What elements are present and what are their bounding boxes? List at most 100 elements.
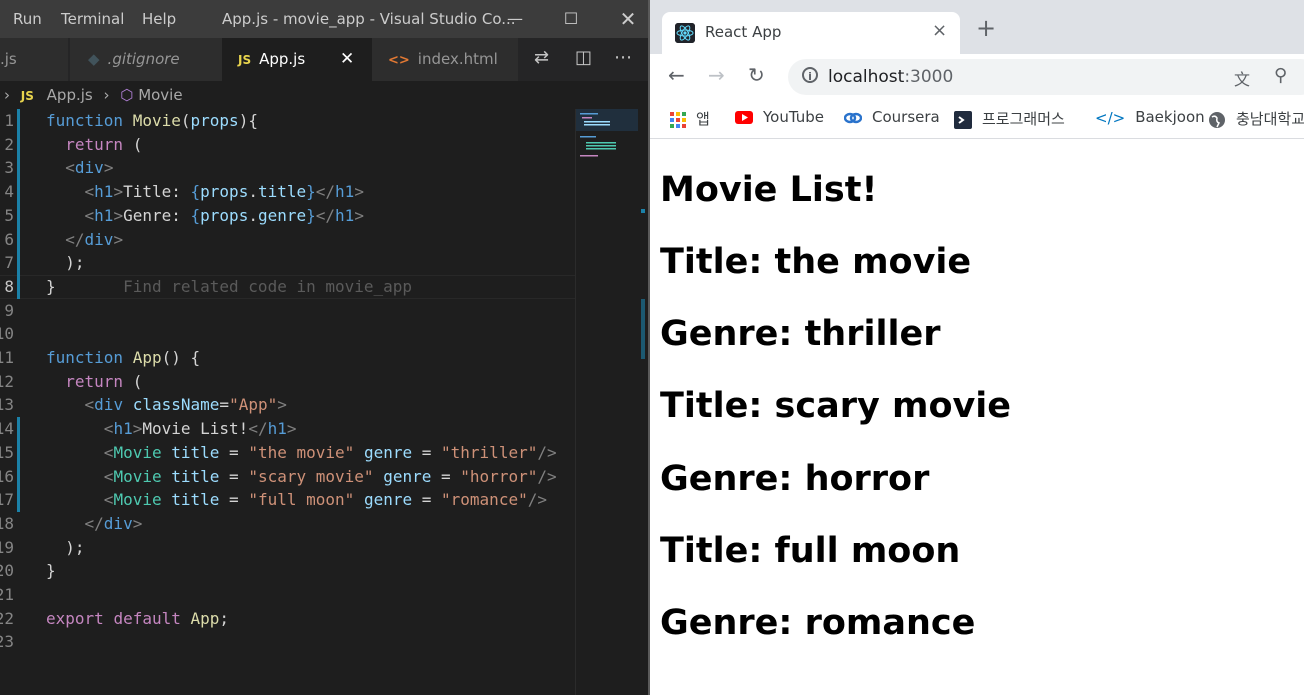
code-text: function App() { xyxy=(46,348,201,367)
code-line[interactable]: 6 </div> xyxy=(0,227,575,252)
bookmark-cnu[interactable]: 충남대학교 xyxy=(1208,108,1304,129)
translate-icon[interactable]: 文 xyxy=(1234,66,1250,90)
code-text: <div className="App"> xyxy=(84,395,287,415)
code-brackets-icon: </> xyxy=(1095,108,1126,127)
apps-grid-icon xyxy=(670,111,686,128)
code-line[interactable]: 23 xyxy=(0,630,575,654)
movie-title-heading: Title: full moon xyxy=(660,531,961,571)
tab-js[interactable]: .js xyxy=(0,38,68,81)
code-line[interactable]: 17 <Movie title = "full moon" genre = "r… xyxy=(0,488,575,513)
menu-terminal[interactable]: Terminal xyxy=(61,10,124,28)
code-line[interactable]: 21 xyxy=(0,583,575,607)
line-number: 5 xyxy=(4,205,14,225)
code-line[interactable]: 5 <h1>Genre: {props.genre}</h1> xyxy=(0,203,575,228)
line-number: 16 xyxy=(0,466,14,486)
line-number: 10 xyxy=(0,324,14,344)
compare-changes-icon[interactable]: ⇄ xyxy=(534,47,549,68)
git-change-marker xyxy=(17,251,20,276)
code-line[interactable]: 4 <h1>Title: {props.title}</h1> xyxy=(0,180,575,205)
page-viewport: Movie List! Title: the movie Genre: thri… xyxy=(650,139,1304,695)
code-line[interactable]: 18 </div> xyxy=(0,512,575,536)
new-tab-button[interactable]: + xyxy=(976,14,996,42)
close-icon[interactable]: ✕ xyxy=(613,4,643,34)
bookmark-baekjoon[interactable]: </> Baekjoon xyxy=(1095,108,1205,127)
window-title: App.js - movie_app - Visual Studio Co... xyxy=(222,10,516,28)
code-line[interactable]: 20} xyxy=(0,559,575,583)
menu-run[interactable]: Run xyxy=(13,10,42,28)
git-change-marker xyxy=(17,227,20,252)
bookmark-youtube[interactable]: YouTube xyxy=(735,108,824,126)
back-arrow-icon[interactable]: ← xyxy=(668,63,685,87)
code-line[interactable]: 15 <Movie title = "the movie" genre = "t… xyxy=(0,440,575,465)
browser-tab[interactable]: React App × xyxy=(662,12,960,54)
code-line[interactable]: 7 ); xyxy=(0,251,575,276)
programmers-icon xyxy=(954,110,972,129)
close-tab-icon[interactable]: ✕ xyxy=(340,38,354,81)
split-editor-icon[interactable]: ◫ xyxy=(575,47,592,68)
tab-gitignore[interactable]: ◆ .gitignore xyxy=(70,38,236,81)
code-line[interactable]: 22 export default App; xyxy=(0,607,575,631)
more-actions-icon[interactable]: ⋯ xyxy=(614,47,632,68)
bookmark-apps[interactable]: 앱 xyxy=(670,108,710,129)
html-file-icon: <> xyxy=(388,53,410,68)
inline-hint[interactable]: Find related code in movie_app xyxy=(56,277,412,296)
close-tab-icon[interactable]: × xyxy=(932,20,947,41)
code-line[interactable]: 11 function App() { xyxy=(0,346,575,370)
reload-icon[interactable]: ↻ xyxy=(748,63,765,87)
react-logo-icon xyxy=(675,23,695,43)
code-text: return ( xyxy=(65,134,143,154)
address-bar[interactable]: i localhost:3000 文 ⚲ xyxy=(788,59,1304,95)
bookmark-coursera[interactable]: Coursera xyxy=(844,108,940,126)
code-line[interactable]: 9 xyxy=(0,299,575,323)
editor-scrollbar[interactable] xyxy=(638,109,648,695)
chevron-right-icon: › xyxy=(103,86,110,104)
forward-arrow-icon[interactable]: → xyxy=(708,63,725,87)
tab-app-js[interactable]: JS App.js ✕ xyxy=(222,38,388,81)
code-line[interactable]: 3 <div> xyxy=(0,156,575,181)
line-number: 8 xyxy=(4,276,14,296)
line-number: 11 xyxy=(0,348,14,367)
git-change-marker xyxy=(17,464,20,489)
code-line[interactable]: 1 function Movie(props){ xyxy=(0,109,575,133)
git-change-marker xyxy=(17,417,20,442)
movie-title-heading: Title: the movie xyxy=(660,242,972,282)
url-text[interactable]: localhost:3000 xyxy=(828,67,953,87)
breadcrumb-file[interactable]: App.js xyxy=(47,86,93,104)
bookmark-label: 프로그래머스 xyxy=(982,110,1065,128)
bookmark-label: Baekjoon xyxy=(1135,108,1205,126)
zoom-icon[interactable]: ⚲ xyxy=(1274,65,1287,86)
code-line[interactable]: 16 <Movie title = "scary movie" genre = … xyxy=(0,464,575,489)
code-line[interactable]: 8} Find related code in movie_app xyxy=(0,274,575,299)
vscode-window: Run Terminal Help App.js - movie_app - V… xyxy=(0,0,648,695)
code-line[interactable]: 10 xyxy=(0,322,575,346)
movie-genre-heading: Genre: thriller xyxy=(660,314,941,354)
code-line[interactable]: 19 ); xyxy=(0,536,575,560)
code-text: <Movie title = "scary movie" genre = "ho… xyxy=(103,466,557,486)
info-icon[interactable]: i xyxy=(802,67,818,83)
code-text: ); xyxy=(46,537,85,557)
minimize-icon[interactable]: — xyxy=(500,4,530,34)
line-number: 17 xyxy=(0,490,14,510)
breadcrumb-symbol[interactable]: Movie xyxy=(138,86,182,104)
url-port: :3000 xyxy=(904,67,954,87)
git-change-marker xyxy=(17,109,20,133)
menu-help[interactable]: Help xyxy=(142,10,176,28)
code-text: return ( xyxy=(65,371,143,391)
code-text: </div> xyxy=(65,229,124,249)
browser-window: React App × + ← → ↻ i localhost:3000 文 ⚲… xyxy=(648,0,1304,695)
code-text: function Movie(props){ xyxy=(46,111,258,130)
line-number: 19 xyxy=(0,537,14,557)
line-number: 3 xyxy=(4,158,14,178)
code-line[interactable]: 12 return ( xyxy=(0,370,575,394)
tab-index-html[interactable]: <> index.html xyxy=(372,38,518,81)
code-text: ); xyxy=(46,253,85,273)
code-editor[interactable]: 1 function Movie(props){2 return (3 <div>… xyxy=(0,109,575,695)
minimap[interactable] xyxy=(575,109,638,695)
git-change-marker xyxy=(17,488,20,513)
maximize-icon[interactable]: ☐ xyxy=(556,4,586,34)
minimap-preview xyxy=(576,109,638,157)
code-line[interactable]: 14 <h1>Movie List!</h1> xyxy=(0,417,575,442)
bookmark-programmers[interactable]: 프로그래머스 xyxy=(954,108,1065,129)
code-line[interactable]: 2 return ( xyxy=(0,132,575,157)
code-line[interactable]: 13 <div className="App"> xyxy=(0,393,575,417)
